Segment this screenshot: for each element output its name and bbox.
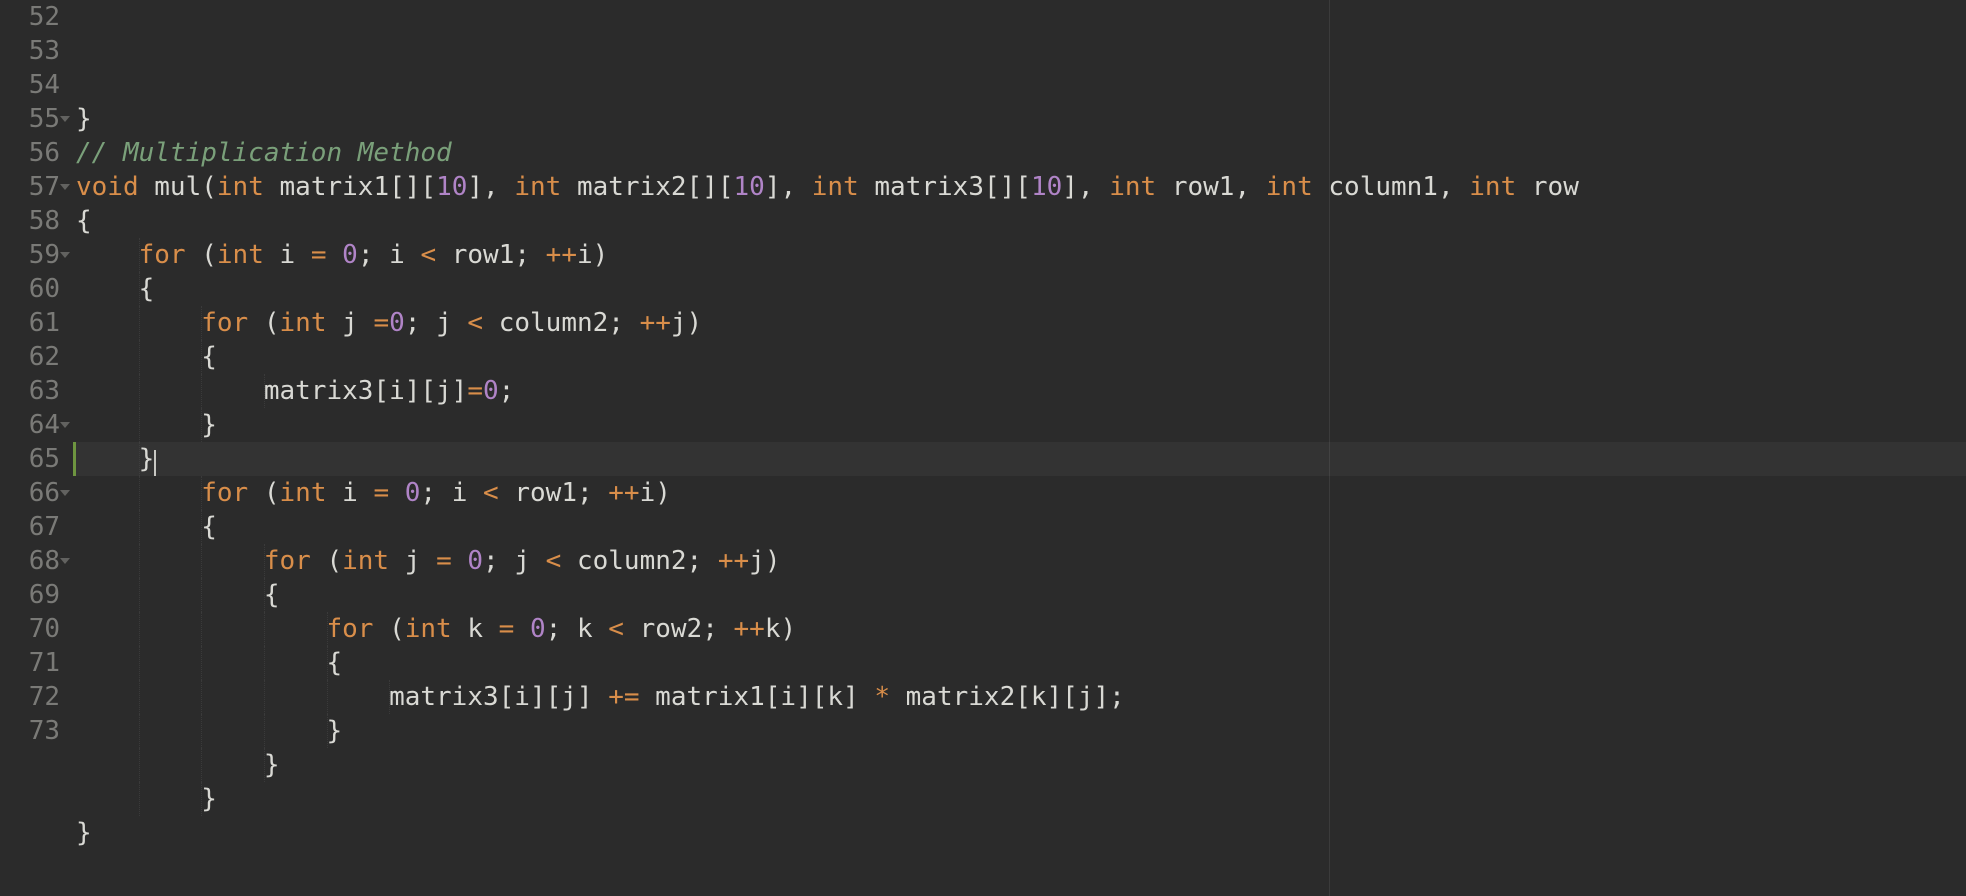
line-number: 58 — [8, 204, 60, 238]
code-line[interactable]: void mul(int matrix1[][10], int matrix2[… — [76, 170, 1966, 204]
line-number: 68 — [8, 544, 60, 578]
line-number: 60 — [8, 272, 60, 306]
code-line-content: { — [76, 512, 217, 542]
code-line[interactable]: for (int j =0; j < column2; ++j) — [76, 306, 1966, 340]
code-line[interactable]: for (int k = 0; k < row2; ++k) — [76, 612, 1966, 646]
code-line[interactable]: } — [76, 102, 1966, 136]
code-line[interactable]: { — [76, 272, 1966, 306]
fold-toggle-icon[interactable] — [60, 422, 70, 428]
fold-toggle-icon[interactable] — [60, 116, 70, 122]
code-line[interactable]: { — [76, 510, 1966, 544]
code-line[interactable]: matrix3[i][j]=0; — [76, 374, 1966, 408]
code-line[interactable]: for (int j = 0; j < column2; ++j) — [76, 544, 1966, 578]
fold-toggle-icon[interactable] — [60, 184, 70, 190]
code-line-content: } — [76, 104, 92, 134]
code-line-content: { — [76, 206, 92, 236]
line-number-gutter: 5253545556575859606162636465666768697071… — [0, 0, 72, 896]
code-line[interactable]: for (int i = 0; i < row1; ++i) — [76, 476, 1966, 510]
code-line-content: } — [76, 818, 92, 848]
code-line[interactable]: } — [76, 442, 1966, 476]
line-number: 61 — [8, 306, 60, 340]
line-number: 54 — [8, 68, 60, 102]
fold-toggle-icon[interactable] — [60, 252, 70, 258]
code-line-content: { — [76, 580, 280, 610]
code-line-content: } — [76, 784, 217, 814]
line-number: 55 — [8, 102, 60, 136]
line-number: 56 — [8, 136, 60, 170]
code-line-content: { — [76, 648, 342, 678]
line-number: 57 — [8, 170, 60, 204]
line-number: 71 — [8, 646, 60, 680]
line-number: 73 — [8, 714, 60, 748]
code-line-content: for (int j =0; j < column2; ++j) — [76, 308, 702, 338]
line-number: 67 — [8, 510, 60, 544]
line-number: 52 — [8, 0, 60, 34]
code-line[interactable]: // Multiplication Method — [76, 136, 1966, 170]
code-line[interactable]: { — [76, 340, 1966, 374]
code-line[interactable]: } — [76, 714, 1966, 748]
code-line[interactable]: } — [76, 816, 1966, 850]
line-number: 59 — [8, 238, 60, 272]
code-editor[interactable]: 5253545556575859606162636465666768697071… — [0, 0, 1966, 896]
text-cursor — [154, 450, 156, 476]
line-number: 65 — [8, 442, 60, 476]
fold-toggle-icon[interactable] — [60, 558, 70, 564]
code-line[interactable]: } — [76, 408, 1966, 442]
fold-toggle-icon[interactable] — [60, 490, 70, 496]
code-line-content: matrix3[i][j]=0; — [76, 376, 514, 406]
line-number: 63 — [8, 374, 60, 408]
code-line-content: void mul(int matrix1[][10], int matrix2[… — [76, 172, 1579, 202]
line-number: 53 — [8, 34, 60, 68]
code-line-content: } — [76, 750, 280, 780]
line-number: 69 — [8, 578, 60, 612]
code-line[interactable]: } — [76, 782, 1966, 816]
code-line-content: for (int i = 0; i < row1; ++i) — [76, 478, 671, 508]
code-line-content: { — [76, 342, 217, 372]
code-line[interactable]: { — [76, 578, 1966, 612]
code-line-content: } — [76, 444, 154, 474]
line-number: 70 — [8, 612, 60, 646]
code-line-content: for (int i = 0; i < row1; ++i) — [76, 240, 608, 270]
code-line[interactable]: for (int i = 0; i < row1; ++i) — [76, 238, 1966, 272]
code-line-content: // Multiplication Method — [76, 138, 452, 168]
code-line-content: { — [76, 274, 154, 304]
line-number: 62 — [8, 340, 60, 374]
code-line[interactable]: { — [76, 204, 1966, 238]
line-number: 72 — [8, 680, 60, 714]
code-line-content: } — [76, 410, 217, 440]
diff-added-marker — [73, 442, 76, 476]
line-number: 66 — [8, 476, 60, 510]
code-line[interactable]: matrix3[i][j] += matrix1[i][k] * matrix2… — [76, 680, 1966, 714]
code-area[interactable]: } // Multiplication Method void mul(int ma… — [72, 0, 1966, 896]
code-line-content: matrix3[i][j] += matrix1[i][k] * matrix2… — [76, 682, 1125, 712]
code-line-content: for (int k = 0; k < row2; ++k) — [76, 614, 796, 644]
code-line-content: for (int j = 0; j < column2; ++j) — [76, 546, 780, 576]
line-number: 64 — [8, 408, 60, 442]
code-line-content: } — [76, 716, 342, 746]
code-line[interactable]: { — [76, 646, 1966, 680]
code-line[interactable]: } — [76, 748, 1966, 782]
